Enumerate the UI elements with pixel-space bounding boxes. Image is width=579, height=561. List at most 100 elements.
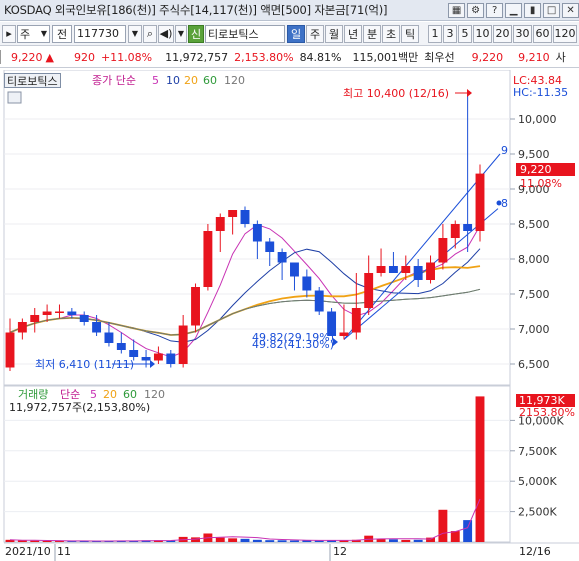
period-tick-label: 틱	[404, 27, 416, 41]
vol-ma20-label: 20	[103, 388, 117, 401]
candle-body	[413, 266, 423, 280]
pin-icon[interactable]: ▮	[524, 2, 541, 18]
candle-body	[450, 224, 460, 238]
vol-ma5-label: 5	[90, 388, 97, 401]
ma120-label: 120	[224, 74, 245, 87]
ma60-line	[9, 288, 481, 336]
period-day-label: 일	[290, 27, 302, 41]
code-input[interactable]: 117730	[74, 24, 126, 43]
volume-bar	[277, 540, 287, 542]
period-tick[interactable]: 틱	[401, 24, 419, 43]
interval-60-label: 60	[535, 27, 550, 40]
quote-divider	[0, 50, 8, 64]
candle-body	[426, 262, 435, 280]
volume-tick-label: 5,000K	[518, 475, 557, 488]
code-value: 117730	[77, 27, 119, 40]
period-year[interactable]: 년	[344, 24, 362, 43]
gear-icon[interactable]: ⚙	[467, 2, 484, 18]
interval-120[interactable]: 120	[553, 24, 577, 43]
search-icon[interactable]: ⌕	[143, 24, 157, 43]
volume-tick-label: 7,500K	[518, 445, 557, 458]
candle-body	[129, 350, 139, 357]
speaker-dropdown-icon[interactable]: ▼	[175, 24, 187, 43]
period-month[interactable]: 월	[325, 24, 343, 43]
maximize-icon[interactable]: □	[543, 2, 560, 18]
volume-bar	[290, 540, 299, 542]
candle-body	[438, 238, 448, 263]
minimize-icon[interactable]: ▁	[505, 2, 522, 18]
candle-body	[191, 287, 200, 326]
ma60-label: 60	[203, 74, 217, 87]
speaker-icon[interactable]: ◀)	[158, 24, 174, 43]
stock-chart[interactable]: 10,0009,5009,0008,5008,0007,5007,0006,50…	[0, 70, 579, 561]
candle-body	[79, 315, 89, 322]
volume-bar	[438, 509, 448, 542]
price-tick-label: 9,500	[518, 148, 550, 161]
quote-price: 9,220	[11, 50, 43, 64]
interval-5-label: 5	[461, 27, 469, 40]
close-icon[interactable]: ✕	[562, 2, 579, 18]
calendar-icon[interactable]	[7, 91, 22, 104]
candle-body	[290, 262, 299, 277]
interval-20[interactable]: 20	[493, 24, 512, 43]
candle-body	[178, 325, 188, 364]
market-value: 주	[20, 27, 31, 41]
candle-body	[92, 322, 102, 333]
stock-name: 티로보틱스	[208, 27, 259, 41]
interval-10[interactable]: 10	[473, 24, 492, 43]
expand-icon[interactable]: ▸	[2, 24, 16, 43]
code-dropdown-icon[interactable]: ▼	[128, 24, 142, 43]
interval-20-label: 20	[495, 27, 510, 40]
price-tick-label: 8,000	[518, 253, 550, 266]
volume-bar	[30, 540, 40, 542]
ma20-label: 20	[184, 74, 198, 87]
ma10-line	[9, 248, 481, 343]
trend-handle-icon[interactable]	[496, 200, 502, 206]
candle-body	[30, 315, 40, 322]
ma10-label: 10	[166, 74, 180, 87]
volume-bar	[215, 537, 225, 542]
trend-label-eight: 8	[501, 197, 508, 210]
grid-icon[interactable]: ▦	[448, 2, 465, 18]
toolbar: ▸ 주 ▼ 전 117730 ▼ ⌕ ◀) ▼ 신 티로보틱스 일 주 월 년 분…	[0, 22, 579, 46]
title-bar: KOSDAQ 외국인보유[186(천)] 주식수[14,117(천)] 액면[5…	[0, 0, 579, 21]
new-badge[interactable]: 신	[188, 24, 204, 43]
interval-5[interactable]: 5	[458, 24, 472, 43]
volume-bar	[265, 540, 275, 542]
period-minute[interactable]: 분	[363, 24, 381, 43]
period-week[interactable]: 주	[306, 24, 324, 43]
interval-30-label: 30	[515, 27, 530, 40]
help-icon[interactable]: ?	[486, 2, 503, 18]
all-button[interactable]: 전	[52, 24, 72, 43]
trend-label-nine: 9	[501, 144, 508, 157]
volume-legend-label: 단순	[60, 388, 80, 401]
volume-bar	[240, 538, 250, 542]
ma20-line	[9, 265, 481, 336]
fib-arrow-icon	[333, 338, 338, 346]
candle-body	[314, 290, 324, 312]
candle-body	[104, 332, 114, 343]
volume-tick-label: 2,500K	[518, 506, 557, 519]
interval-3[interactable]: 3	[443, 24, 457, 43]
quote-volume: 11,972,757	[165, 50, 229, 64]
stock-name-tab[interactable]: 티로보틱스	[4, 73, 61, 88]
interval-1[interactable]: 1	[428, 24, 442, 43]
volume-bar	[252, 539, 262, 542]
quote-bid: 9,210	[518, 50, 550, 64]
period-day[interactable]: 일	[287, 24, 305, 43]
price-tick-label: 10,000	[518, 113, 557, 126]
interval-60[interactable]: 60	[533, 24, 552, 43]
candle-body	[203, 231, 213, 287]
candle-body	[364, 273, 374, 308]
candle-body	[376, 266, 386, 273]
interval-30[interactable]: 30	[513, 24, 532, 43]
quote-amount: 115,001백만	[352, 51, 419, 64]
market-select[interactable]: 주 ▼	[17, 24, 50, 43]
candle-body	[401, 266, 411, 273]
hc-label: HC:-11.35	[513, 86, 568, 99]
candle-body	[166, 353, 176, 364]
candle-body	[240, 210, 250, 224]
period-second[interactable]: 초	[382, 24, 400, 43]
chart-area[interactable]: 10,000 9,500 9,000 8,500 8,000 7,500 7,000 6,50…	[0, 70, 579, 561]
volume-bar	[450, 531, 460, 542]
